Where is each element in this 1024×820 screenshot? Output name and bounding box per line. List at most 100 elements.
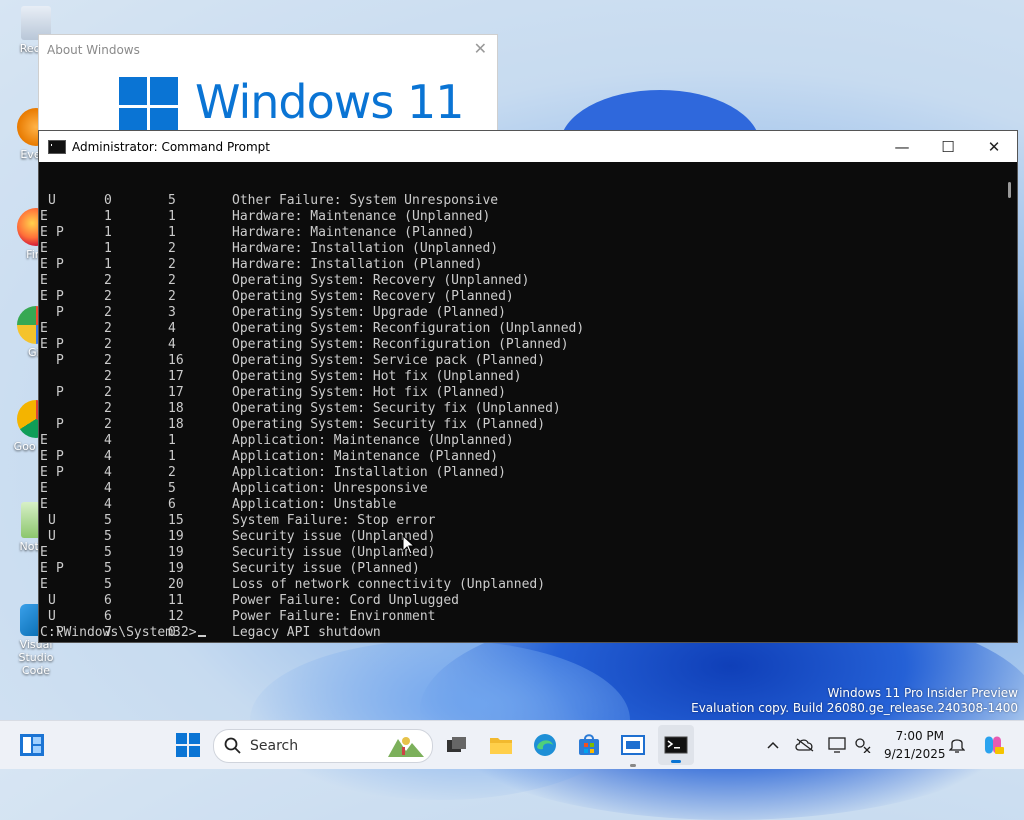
flag-u: U	[48, 529, 56, 544]
file-explorer-button[interactable]	[484, 721, 518, 769]
console-row: P 2 18 Operating System: Security fix (Plan…	[39, 417, 1000, 433]
major-code: 2	[104, 369, 112, 384]
minor-code: 12	[168, 609, 184, 624]
reason-description: Legacy API shutdown	[232, 625, 381, 640]
edge-icon	[534, 734, 556, 756]
console-row: P 2 17 Operating System: Hot fix (Planned)	[39, 385, 1000, 401]
notification-bell-icon	[949, 739, 965, 753]
vertical-scrollbar[interactable]	[1000, 162, 1017, 642]
windows-11-wordmark: Windows 11	[195, 75, 464, 129]
reason-description: Operating System: Reconfiguration (Unpla…	[232, 321, 585, 336]
minor-code: 19	[168, 529, 184, 544]
major-code: 4	[104, 465, 112, 480]
network-button[interactable]	[852, 721, 874, 769]
cloud-offline-icon	[795, 738, 814, 752]
flag-e: E	[40, 433, 48, 448]
reason-description: Hardware: Maintenance (Unplanned)	[232, 209, 491, 224]
reason-description: Operating System: Hot fix (Planned)	[232, 385, 506, 400]
task-view-button[interactable]	[440, 721, 474, 769]
active-indicator	[671, 760, 681, 763]
minor-code: 4	[168, 337, 176, 352]
watermark-line2: Evaluation copy. Build 26080.ge_release.…	[691, 701, 1018, 715]
display-button[interactable]	[826, 721, 848, 769]
reason-description: Operating System: Service pack (Planned)	[232, 353, 546, 368]
text-cursor	[197, 635, 206, 637]
evaluation-watermark: Windows 11 Pro Insider Preview Evaluatio…	[691, 686, 1018, 716]
flag-p: P	[56, 225, 64, 240]
store-button[interactable]	[572, 721, 606, 769]
minor-code: 16	[168, 353, 184, 368]
show-hidden-icons-button[interactable]	[762, 721, 784, 769]
edge-button[interactable]	[528, 721, 562, 769]
taskbar: Search 7:00 PM 9/21/2025	[0, 720, 1024, 769]
major-code: 2	[104, 337, 112, 352]
reason-description: Power Failure: Cord Unplugged	[232, 593, 459, 608]
console-row: E 4 1 Application: Maintenance (Unplanned)	[39, 433, 1000, 449]
major-code: 4	[104, 481, 112, 496]
major-code: 5	[104, 529, 112, 544]
console-output[interactable]: U 0 5 Other Failure: System Unresponsive E 1 1…	[39, 162, 1000, 642]
windows-start-icon	[176, 733, 200, 757]
flag-p: P	[56, 305, 64, 320]
console-rows: U 0 5 Other Failure: System Unresponsive E 1 1…	[39, 193, 1000, 641]
major-code: 6	[104, 593, 112, 608]
reason-description: Application: Unresponsive	[232, 481, 428, 496]
reason-description: Other Failure: System Unresponsive	[232, 193, 499, 208]
copilot-button[interactable]	[978, 721, 1008, 769]
cmd-titlebar[interactable]: Administrator: Command Prompt — ☐ ✕	[39, 131, 1017, 162]
major-code: 2	[104, 353, 112, 368]
cmd-taskbar-button[interactable]	[658, 725, 694, 765]
minor-code: 18	[168, 417, 184, 432]
minor-code: 1	[168, 433, 176, 448]
running-indicator	[630, 764, 636, 767]
minimize-button[interactable]: —	[879, 131, 925, 162]
maximize-button[interactable]: ☐	[925, 131, 971, 162]
minor-code: 17	[168, 385, 184, 400]
about-close-button[interactable]: ✕	[474, 39, 487, 58]
console-row: U 6 11 Power Failure: Cord Unplugged	[39, 593, 1000, 609]
reason-description: Operating System: Hot fix (Unplanned)	[232, 369, 522, 384]
about-windows-taskbar-button[interactable]	[616, 721, 650, 769]
minor-code: 5	[168, 193, 176, 208]
mouse-pointer-icon	[402, 535, 416, 555]
command-line[interactable]: C:\Windows\System32>	[40, 625, 206, 640]
minor-code: 20	[168, 577, 184, 592]
onedrive-button[interactable]	[794, 721, 816, 769]
major-code: 2	[104, 273, 112, 288]
minor-code: 2	[168, 241, 176, 256]
flag-e: E	[40, 481, 48, 496]
major-code: 2	[104, 401, 112, 416]
command-prompt-window[interactable]: Administrator: Command Prompt — ☐ ✕ U 0 5 O…	[38, 130, 1018, 643]
close-button[interactable]: ✕	[971, 131, 1017, 162]
flag-p: P	[56, 385, 64, 400]
minor-code: 1	[168, 225, 176, 240]
minor-code: 11	[168, 593, 184, 608]
flag-p: P	[56, 353, 64, 368]
cmd-title: Administrator: Command Prompt	[72, 139, 270, 154]
minor-code: 3	[168, 305, 176, 320]
watermark-line1: Windows 11 Pro Insider Preview	[827, 686, 1018, 700]
widgets-button[interactable]	[14, 721, 50, 769]
taskbar-search-box[interactable]: Search	[213, 729, 433, 763]
console-row: E 2 2 Operating System: Recovery (Unplanned…	[39, 273, 1000, 289]
clock[interactable]: 7:00 PM 9/21/2025	[884, 727, 946, 763]
reason-description: Hardware: Maintenance (Planned)	[232, 225, 475, 240]
flag-p: P	[56, 257, 64, 272]
microsoft-store-icon	[579, 734, 599, 755]
flag-u: U	[48, 513, 56, 528]
major-code: 1	[104, 241, 112, 256]
start-button[interactable]	[170, 721, 206, 769]
console-row: P 2 3 Operating System: Upgrade (Planned)	[39, 305, 1000, 321]
major-code: 6	[104, 609, 112, 624]
flag-e: E	[40, 241, 48, 256]
flag-u: U	[48, 593, 56, 608]
console-row: E 1 1 Hardware: Maintenance (Unplanned)	[39, 209, 1000, 225]
console-row: E 4 6 Application: Unstable	[39, 497, 1000, 513]
reason-description: Operating System: Recovery (Planned)	[232, 289, 514, 304]
scrollbar-thumb[interactable]	[1008, 182, 1011, 198]
reason-description: Operating System: Security fix (Unplanne…	[232, 401, 561, 416]
flag-u: U	[48, 193, 56, 208]
flag-e: E	[40, 257, 48, 272]
minor-code: 1	[168, 449, 176, 464]
notifications-button[interactable]	[946, 721, 968, 769]
